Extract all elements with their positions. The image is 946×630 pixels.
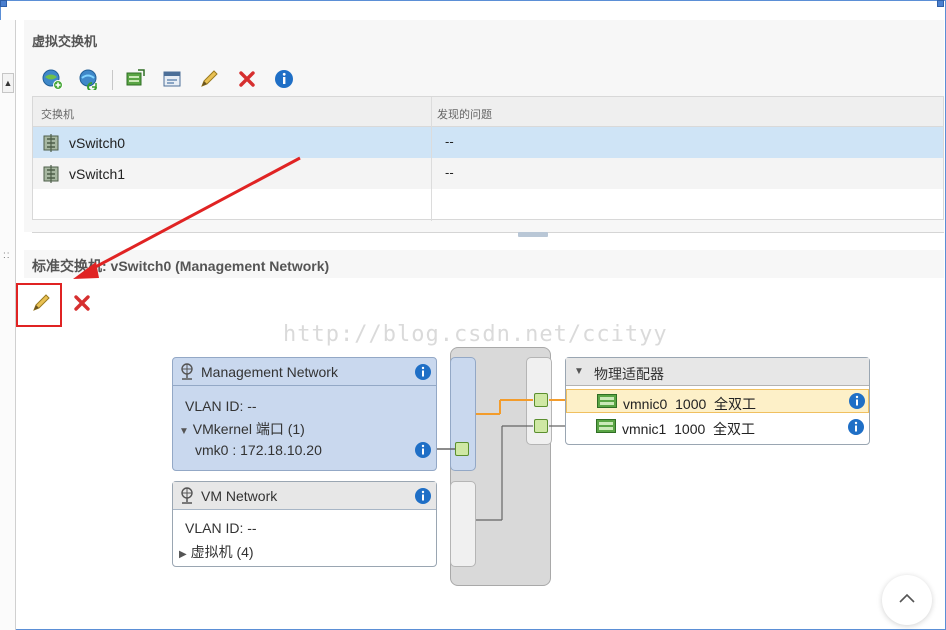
scroll-to-top-button[interactable] [882, 575, 932, 625]
port-connector-icon [455, 442, 469, 456]
list-item[interactable]: vmnic0 1000 全双工 [566, 389, 869, 413]
physical-adapters-box: ▼ 物理适配器 vmnic0 1000 全双工 vmnic1 1000 全双工 [565, 357, 870, 445]
list-item[interactable]: vmnic1 1000 全双工 [566, 415, 869, 439]
expand-down-icon: ▼ [179, 426, 189, 437]
vmkernel-adapter[interactable]: vmk0 : 172.18.10.20 [195, 442, 322, 458]
physical-adapters-header[interactable]: ▼ 物理适配器 [566, 358, 869, 386]
info-icon[interactable] [847, 418, 865, 436]
port-group-vm-network[interactable]: VM Network VLAN ID: -- ▶ 虚拟机 (4) [172, 481, 437, 567]
virtual-machines-label: 虚拟机 (4) [190, 544, 254, 560]
expand-right-icon: ▶ [179, 549, 187, 560]
info-icon[interactable] [414, 487, 432, 505]
network-icon [179, 363, 195, 384]
vlan-id: VLAN ID: -- [185, 520, 257, 536]
virtual-machines-toggle[interactable]: ▶ 虚拟机 (4) [179, 542, 254, 562]
port-group-management-network[interactable]: Management Network VLAN ID: -- ▼ VMkerne… [172, 357, 437, 471]
vlan-id: VLAN ID: -- [185, 398, 257, 414]
network-card-icon [596, 419, 616, 436]
vmkernel-ports-toggle[interactable]: ▼ VMkernel 端口 (1) [179, 419, 305, 439]
vmkernel-ports-label: VMkernel 端口 (1) [192, 421, 305, 437]
port-group-name: Management Network [201, 364, 338, 380]
port-group-header[interactable]: Management Network [173, 358, 436, 386]
info-icon[interactable] [414, 441, 432, 459]
info-icon[interactable] [848, 392, 866, 410]
port-group-header[interactable]: VM Network [173, 482, 436, 510]
network-icon [179, 487, 195, 508]
info-icon[interactable] [414, 363, 432, 381]
uplink-connector-icon [534, 419, 548, 433]
uplink-connector-icon [534, 393, 548, 407]
network-card-icon [597, 394, 617, 411]
topology-lines [437, 399, 567, 521]
chevron-up-icon [898, 591, 916, 609]
expand-down-icon: ▼ [574, 366, 584, 377]
adapter-label: vmnic0 1000 全双工 [623, 396, 757, 412]
adapter-label: vmnic1 1000 全双工 [622, 421, 756, 437]
physical-adapters-title: 物理适配器 [594, 366, 664, 382]
port-group-name: VM Network [201, 488, 278, 504]
